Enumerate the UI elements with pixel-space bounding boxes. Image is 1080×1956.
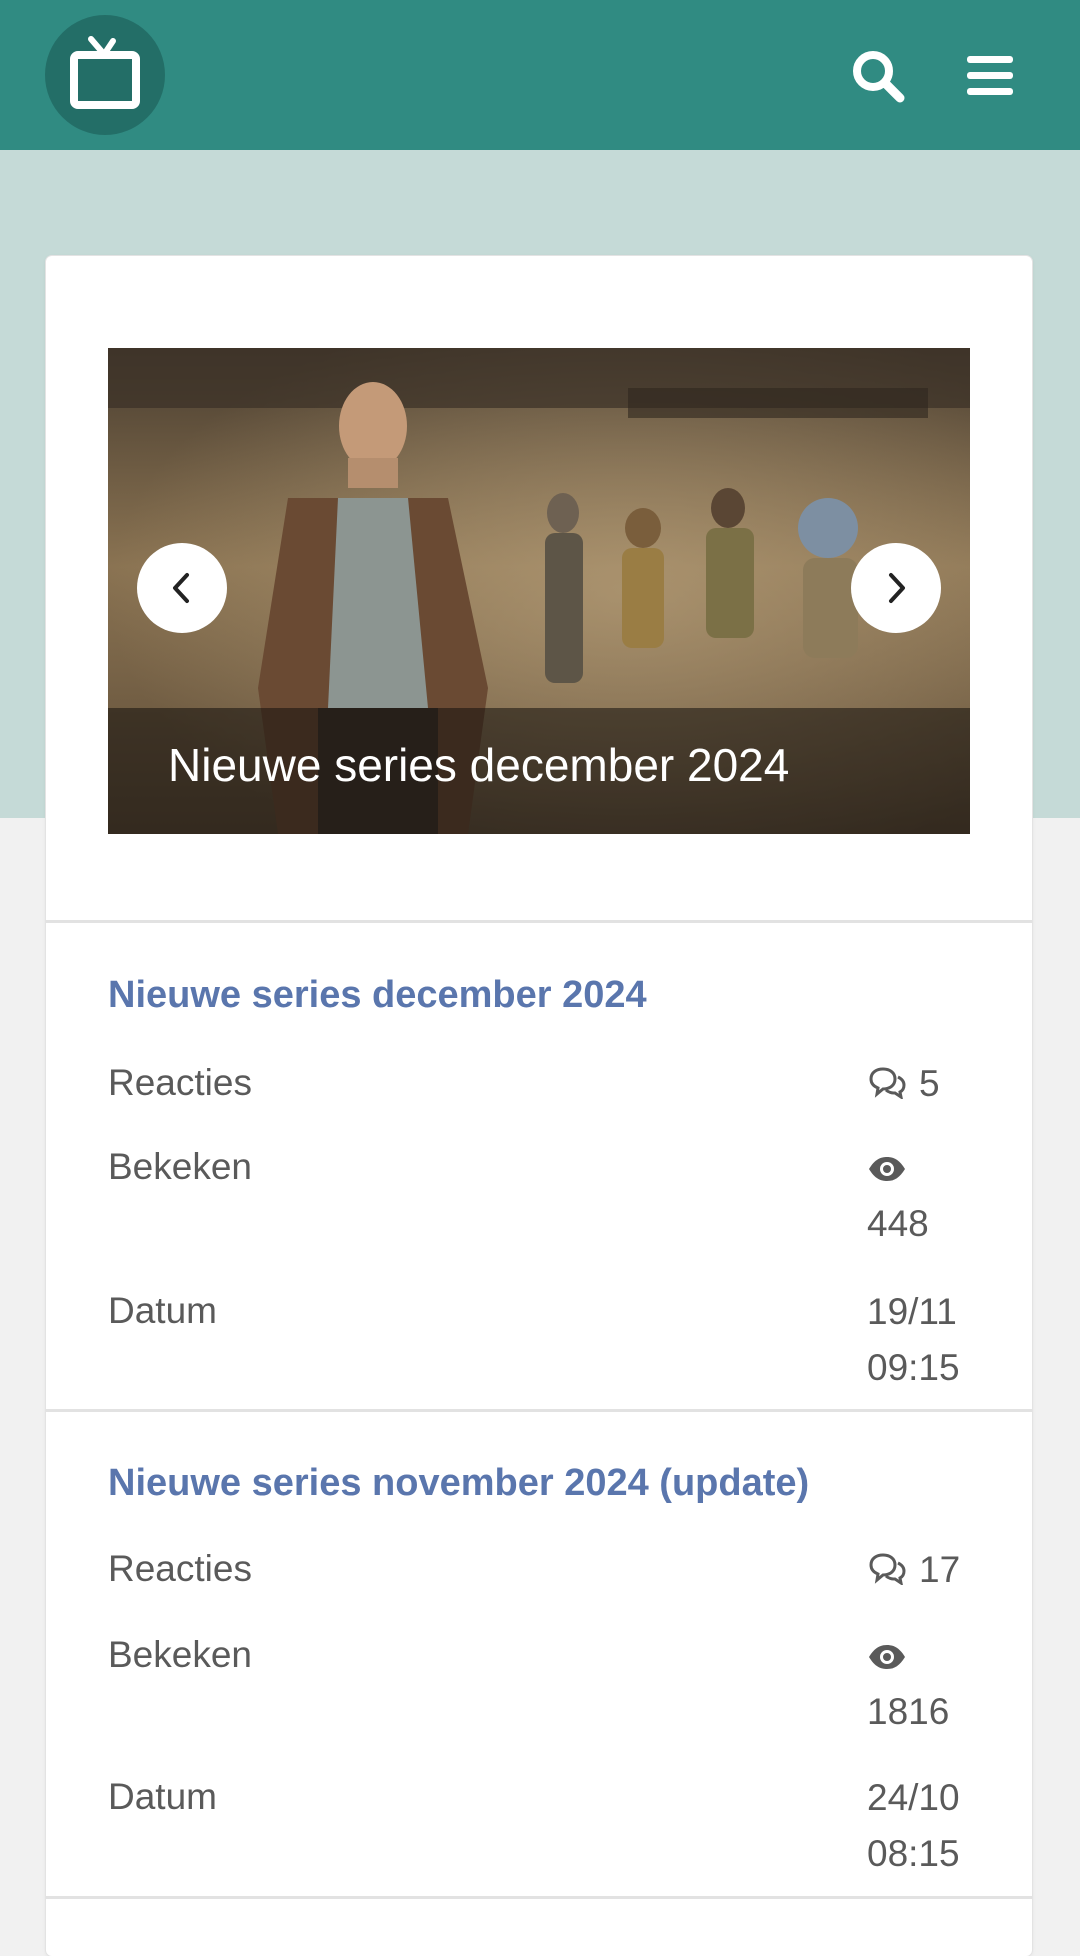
post-date: 19/11 09:15 [867, 1284, 960, 1396]
reactions-value: 17 [919, 1549, 961, 1590]
reactions-label: Reacties [108, 1548, 252, 1589]
date-time: 09:15 [867, 1347, 960, 1388]
views-count: 448 [867, 1140, 929, 1252]
slider-next-button[interactable] [851, 543, 941, 633]
content-card: Nieuwe series december 2024 Nieuwe serie… [46, 256, 1032, 1956]
divider [46, 920, 1032, 923]
post-date: 24/10 08:15 [867, 1770, 960, 1882]
post-title-link[interactable]: Nieuwe series december 2024 [108, 974, 647, 1017]
views-label: Bekeken [108, 1146, 252, 1187]
search-button[interactable] [850, 48, 906, 104]
site-logo[interactable] [45, 15, 165, 135]
post-title-link[interactable]: Nieuwe series november 2024 (update) [108, 1462, 809, 1505]
featured-slider[interactable]: Nieuwe series december 2024 [108, 348, 970, 834]
comments-icon [869, 1553, 906, 1587]
date-time: 08:15 [867, 1833, 960, 1874]
views-value: 1816 [867, 1691, 950, 1732]
date-label: Datum [108, 1290, 217, 1331]
reactions-count: 17 [867, 1542, 960, 1598]
views-label: Bekeken [108, 1634, 252, 1675]
date-day: 19/11 [867, 1291, 957, 1332]
reactions-value: 5 [919, 1063, 940, 1104]
comments-icon [869, 1067, 906, 1101]
slide-caption[interactable]: Nieuwe series december 2024 [168, 738, 789, 792]
hamburger-menu-icon [967, 56, 1013, 95]
eye-icon [869, 1645, 905, 1669]
menu-button[interactable] [965, 54, 1015, 98]
date-day: 24/10 [867, 1777, 960, 1818]
slider-prev-button[interactable] [137, 543, 227, 633]
chevron-right-icon [889, 573, 905, 603]
views-value: 448 [867, 1203, 929, 1244]
divider [46, 1409, 1032, 1412]
reactions-count: 5 [867, 1056, 940, 1112]
chevron-left-icon [173, 573, 189, 603]
tv-icon [70, 36, 140, 109]
top-navbar [0, 0, 1080, 150]
reactions-label: Reacties [108, 1062, 252, 1103]
slide-caption-bar: Nieuwe series december 2024 [108, 708, 970, 834]
search-icon [853, 51, 905, 103]
date-label: Datum [108, 1776, 217, 1817]
eye-icon [869, 1157, 905, 1181]
divider [46, 1896, 1032, 1899]
views-count: 1816 [867, 1628, 949, 1740]
